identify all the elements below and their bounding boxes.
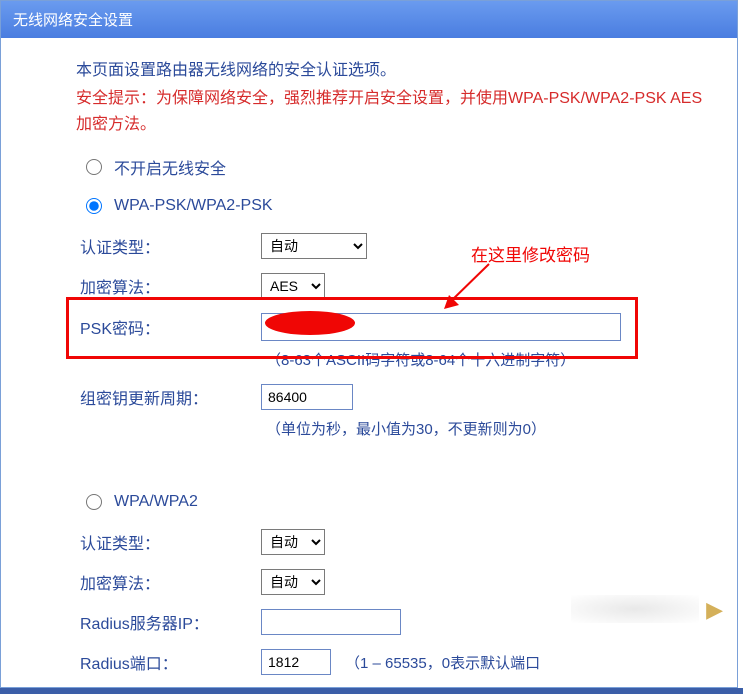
option-wpa[interactable]: WPA/WPA2 [86,493,707,511]
label-wpa-auth: 认证类型： [76,530,261,554]
radio-disable[interactable] [86,159,102,175]
input-group-key-interval[interactable] [261,384,353,410]
interval-hint: （单位为秒，最小值为30，不更新则为0） [266,418,707,439]
bottom-border [0,688,743,694]
select-enc-algo[interactable]: AES [261,273,325,299]
radio-wpa-label: WPA/WPA2 [114,493,198,511]
annotation-text: 在这里修改密码 [471,241,590,266]
row-wpa-enc: 加密算法： 自动 [76,569,707,595]
label-psk: PSK密码： [76,315,261,339]
select-wpa-enc[interactable]: 自动 [261,569,325,595]
settings-window: 无线网络安全设置 本页面设置路由器无线网络的安全认证选项。 安全提示：为保障网络… [0,0,738,688]
select-wpa-auth[interactable]: 自动 [261,529,325,555]
radio-wpapsk-label: WPA-PSK/WPA2-PSK [114,197,273,215]
label-wpa-enc: 加密算法： [76,570,261,594]
radio-wpa[interactable] [86,494,102,510]
row-radius-ip: Radius服务器IP： [76,609,707,635]
security-warning: 安全提示：为保障网络安全，强烈推荐开启安全设置，并使用WPA-PSK/WPA2-… [76,86,707,137]
window-title: 无线网络安全设置 [13,12,133,29]
radio-disable-label: 不开启无线安全 [114,155,226,179]
label-interval: 组密钥更新周期： [76,385,261,409]
row-radius-port: Radius端口： （1 – 65535，0表示默认端口 [76,649,707,675]
option-disable[interactable]: 不开启无线安全 [86,155,707,179]
titlebar: 无线网络安全设置 [1,1,737,38]
input-radius-ip[interactable] [261,609,401,635]
option-wpapsk[interactable]: WPA-PSK/WPA2-PSK [86,197,707,215]
row-auth-type: 认证类型： 自动 [76,233,707,259]
content-area: 本页面设置路由器无线网络的安全认证选项。 安全提示：为保障网络安全，强烈推荐开启… [1,38,737,688]
intro-text: 本页面设置路由器无线网络的安全认证选项。 [76,56,707,80]
label-enc-algo: 加密算法： [76,274,261,298]
input-radius-port[interactable] [261,649,331,675]
next-page-chevron-icon[interactable]: ▶ [706,597,723,623]
input-psk-password[interactable] [261,313,621,341]
row-enc-algo: 加密算法： AES [76,273,707,299]
label-auth-type: 认证类型： [76,234,261,258]
row-wpa-auth: 认证类型： 自动 [76,529,707,555]
label-radius-port: Radius端口： [76,650,261,674]
label-radius-ip: Radius服务器IP： [76,610,261,634]
select-auth-type[interactable]: 自动 [261,233,367,259]
row-psk: PSK密码： [76,313,707,341]
row-interval: 组密钥更新周期： [76,384,707,410]
radio-wpapsk[interactable] [86,198,102,214]
psk-hint: （8-63个ASCII码字符或8-64个十六进制字符） [266,349,707,370]
radius-port-hint: （1 – 65535，0表示默认端口 [345,652,540,673]
